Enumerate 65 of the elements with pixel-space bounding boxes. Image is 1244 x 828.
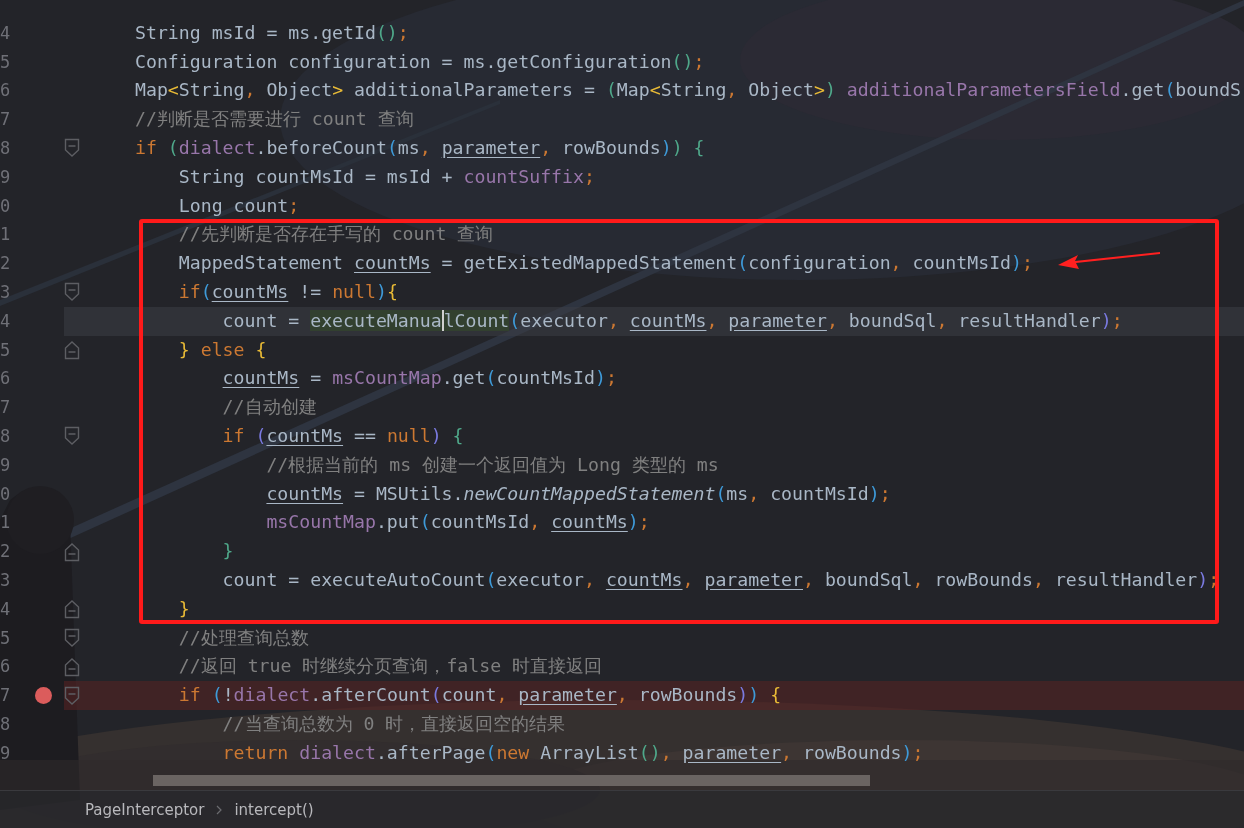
fold-icon[interactable] (64, 685, 80, 706)
line-number: 0 (0, 194, 12, 218)
line-number: 3 (0, 280, 12, 304)
code-line: msCountMap.put(countMsId, countMs); (265, 510, 650, 535)
code-line: count = executeAutoCount(executor, countMs, parameter, boundSql, rowBounds, resultHandler); (221, 567, 1220, 592)
code-line: MappedStatement countMs = getExistedMappedStatement(configuration, countMsId); (177, 251, 1033, 276)
fold-icon[interactable] (64, 138, 80, 159)
code-line: count = executeManua lCount(executor, countMs, parameter, boundSql, resultHandler); (221, 308, 1123, 333)
code-line: Map<String, Object> additionalParameters = (Map<String, Object>) additionalParametersField.get(boundS (135, 78, 1242, 103)
line-number: 1 (0, 511, 12, 535)
code-line: } (177, 596, 190, 621)
code-line: //处理查询总数 (177, 625, 309, 650)
code-line: //判断是否需要进行 count 查询 (135, 107, 414, 132)
line-number: 3 (0, 568, 12, 592)
code-line: if(countMs != null){ (177, 279, 398, 304)
code-line: //自动创建 (221, 395, 317, 420)
code-line: //先判断是否存在手写的 count 查询 (177, 222, 494, 247)
fold-icon[interactable] (64, 426, 80, 447)
breadcrumb-item[interactable]: PageInterceptor (85, 800, 205, 819)
fold-icon[interactable] (64, 339, 80, 360)
line-number: 7 (0, 684, 12, 708)
fold-icon[interactable] (64, 541, 80, 562)
line-number: 9 (0, 453, 12, 477)
code-line: //返回 true 时继续分页查询，false 时直接返回 (177, 654, 603, 679)
code-line: Long count; (177, 193, 300, 218)
code-line: //当查询总数为 0 时，直接返回空的结果 (221, 711, 566, 736)
code-line: Configuration configuration = ms.getConfiguration(); (135, 49, 705, 74)
line-number: 4 (0, 21, 12, 45)
line-number: 8 (0, 137, 12, 160)
code-line: //根据当前的 ms 创建一个返回值为 Long 类型的 ms (265, 452, 719, 477)
fold-icon[interactable] (64, 599, 80, 620)
code-line: if (dialect.beforeCount(ms, parameter, rowBounds)) { (135, 136, 705, 160)
code-line: if (countMs == null) { (221, 423, 464, 448)
code-line: if (!dialect.afterCount(count, parameter, rowBounds)) { (177, 683, 782, 708)
line-number: 5 (0, 338, 12, 362)
line-number: 6 (0, 367, 12, 391)
line-number: 5 (0, 50, 12, 74)
line-number: 7 (0, 396, 12, 420)
line-number: 8 (0, 424, 12, 448)
code-line: return dialect.afterPage(new ArrayList(), parameter, rowBounds); (221, 740, 924, 765)
fold-icon[interactable] (64, 627, 80, 648)
code-line: countMs = msCountMap.get(countMsId); (221, 366, 617, 391)
line-number: 1 (0, 223, 12, 247)
line-number: 4 (0, 597, 12, 621)
breadcrumb-item[interactable]: intercept() (234, 800, 314, 819)
line-number: 2 (0, 252, 12, 276)
line-number: 2 (0, 540, 12, 564)
fold-icon[interactable] (64, 282, 80, 303)
line-number: 0 (0, 482, 12, 506)
code-line: String msId = ms.getId(); (135, 20, 409, 45)
code-line: } else { (177, 337, 267, 362)
code-line: countMs = MSUtils.newCountMappedStatement(ms, countMsId); (265, 481, 891, 506)
line-number: 5 (0, 626, 12, 650)
line-number: 7 (0, 108, 12, 132)
chevron-icon (216, 804, 223, 815)
line-number: 9 (0, 741, 12, 765)
line-number: 9 (0, 165, 12, 189)
line-number: 8 (0, 712, 12, 736)
line-number: 6 (0, 79, 12, 103)
code-line: String countMsId = msId + countSuffix; (177, 164, 595, 189)
scrollbar-thumb[interactable] (153, 775, 870, 786)
code-line: } (221, 539, 234, 564)
line-number: 4 (0, 309, 12, 333)
line-number: 6 (0, 655, 12, 679)
fold-icon[interactable] (64, 656, 80, 677)
